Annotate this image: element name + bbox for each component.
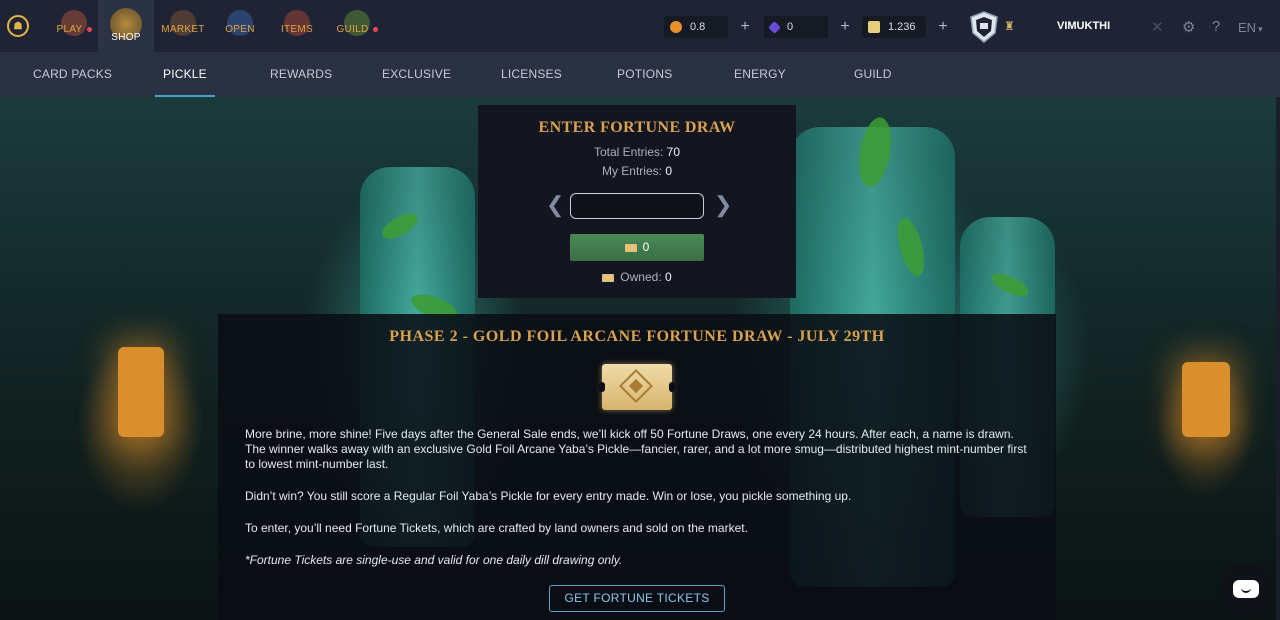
nav-play[interactable]: PLAY [48, 0, 100, 52]
nav-shop[interactable]: SHOP [98, 0, 154, 52]
total-entries-value: 70 [666, 145, 681, 159]
notification-dot [372, 26, 378, 32]
total-entries-label: Total Entries: [593, 145, 664, 159]
splinterlands-logo-icon[interactable]: ☗ [7, 15, 29, 37]
tab-exclusive[interactable]: EXCLUSIVE [382, 52, 451, 97]
guild-crest-icon: ♜ [1004, 19, 1015, 33]
increase-arrow-icon[interactable]: ❯ [714, 192, 732, 218]
nav-items-label: ITEMS [280, 24, 314, 35]
shop-subnav: CARD PACKS PICKLE REWARDS EXCLUSIVE LICE… [0, 52, 1280, 98]
description-paragraph: Didn’t win? You still score a Regular Fo… [245, 489, 852, 503]
username[interactable]: VIMUKTHI [1057, 20, 1110, 32]
tab-licenses[interactable]: LICENSES [501, 52, 562, 97]
fortune-draw-title: ENTER FORTUNE DRAW [538, 119, 736, 136]
chat-button[interactable] [1219, 563, 1272, 616]
nav-market[interactable]: MARKET [158, 0, 208, 52]
scroll-icon [868, 21, 880, 33]
tab-rewards[interactable]: REWARDS [270, 52, 332, 97]
help-icon[interactable]: ? [1212, 18, 1220, 35]
owned-value: 0 [665, 270, 672, 284]
language-label: EN [1238, 20, 1257, 35]
tab-potions[interactable]: POTIONS [617, 52, 672, 97]
nav-items[interactable]: ITEMS [277, 0, 317, 52]
phase-info-panel: PHASE 2 - GOLD FOIL ARCANE FORTUNE DRAW … [218, 314, 1056, 620]
tab-card-packs[interactable]: CARD PACKS [33, 52, 112, 97]
nav-guild[interactable]: GUILD [334, 0, 380, 52]
gems-value: 0 [787, 21, 794, 33]
owned-label: Owned: [620, 270, 662, 284]
credits-balance: 0.8 + [664, 16, 750, 38]
chevron-down-icon: ▾ [1258, 24, 1263, 34]
gems-balance: 0 + [764, 16, 850, 38]
description-paragraph: More brine, more shine! Five days after … [245, 427, 1027, 471]
ticket-icon [624, 243, 637, 252]
fortune-ticket-icon [599, 364, 675, 410]
notification-dot [86, 26, 92, 32]
get-fortune-tickets-button[interactable]: GET FORTUNE TICKETS [549, 585, 725, 612]
total-entries: Total Entries: 70 [478, 145, 796, 159]
scrolls-value: 1.236 [888, 21, 916, 33]
enter-draw-button[interactable]: 0 [570, 234, 704, 261]
add-credits-button[interactable]: + [734, 16, 756, 38]
fortune-draw-panel: ENTER FORTUNE DRAW Total Entries: 70 My … [478, 105, 796, 298]
nav-open-label: OPEN [225, 24, 255, 35]
top-bar: ☗ PLAY SHOP MARKET OPEN ITEMS GUILD 0.8 … [0, 0, 1280, 52]
lantern [1182, 362, 1230, 437]
owned-tickets: Owned: 0 [478, 270, 796, 284]
scrolls-balance: 1.236 + [862, 16, 948, 38]
entry-quantity-input[interactable] [570, 193, 704, 219]
enter-draw-cost: 0 [642, 240, 650, 254]
nav-open[interactable]: OPEN [220, 0, 260, 52]
tab-energy[interactable]: ENERGY [734, 52, 786, 97]
chat-icon [1233, 580, 1259, 598]
my-entries: My Entries: 0 [478, 164, 796, 178]
nav-play-label: PLAY [56, 24, 83, 35]
scrollbar[interactable] [1276, 97, 1280, 620]
avatar[interactable] [969, 11, 999, 43]
add-gems-button[interactable]: + [834, 16, 856, 38]
tab-pickle[interactable]: PICKLE [155, 52, 215, 97]
coin-icon [670, 21, 682, 33]
add-scrolls-button[interactable]: + [932, 16, 954, 38]
my-entries-value: 0 [665, 164, 673, 178]
nav-guild-label: GUILD [336, 24, 369, 35]
gem-icon [768, 20, 781, 34]
nav-market-label: MARKET [161, 24, 205, 35]
ticket-icon [602, 273, 615, 282]
description-paragraph: To enter, you’ll need Fortune Tickets, w… [245, 521, 748, 535]
my-entries-label: My Entries: [601, 164, 662, 178]
phase-title: PHASE 2 - GOLD FOIL ARCANE FORTUNE DRAW … [389, 328, 885, 345]
credits-value: 0.8 [690, 21, 706, 33]
decrease-arrow-icon[interactable]: ❮ [546, 192, 564, 218]
sound-off-icon[interactable]: ✕ [1151, 18, 1164, 36]
nav-shop-label: SHOP [111, 32, 141, 43]
language-selector[interactable]: EN ▾ [1238, 20, 1263, 35]
tab-guild[interactable]: GUILD [854, 52, 892, 97]
lantern [118, 347, 164, 437]
footnote: *Fortune Tickets are single-use and vali… [245, 553, 623, 567]
gear-icon[interactable]: ⚙ [1182, 18, 1195, 36]
